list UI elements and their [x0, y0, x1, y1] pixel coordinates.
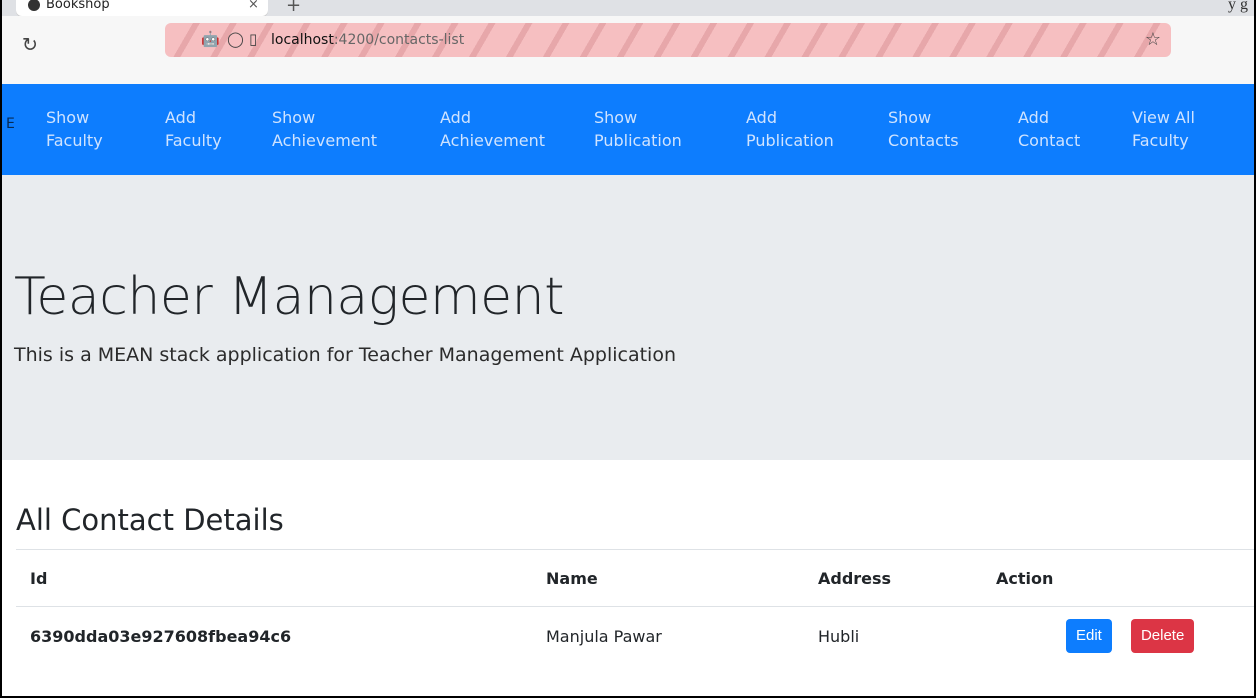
table-row: 6390dda03e927608fbea94c6 Manjula Pawar H…: [16, 607, 1254, 666]
nav-label-line1: Add: [440, 108, 471, 127]
browser-window: Bookshop × + y g ↻ 🤖 ◯ ▯ localhost:4200/…: [0, 0, 1256, 698]
nav-show-achievement[interactable]: Show Achievement: [272, 106, 377, 152]
nav-label-line1: Show: [888, 108, 932, 127]
nav-add-publication[interactable]: Add Publication: [746, 106, 834, 152]
delete-button[interactable]: Delete: [1130, 619, 1195, 653]
url-host: localhost: [271, 32, 334, 48]
page-title: Teacher Management: [14, 267, 564, 327]
navbar-brand-fragment[interactable]: E: [6, 116, 15, 132]
column-header-id: Id: [16, 549, 532, 607]
edit-button[interactable]: Edit: [1066, 619, 1112, 653]
nav-label-line2: Faculty: [1132, 131, 1189, 150]
nav-label-line2: Contact: [1018, 131, 1081, 150]
nav-label-line1: Add: [746, 108, 777, 127]
contacts-heading: All Contact Details: [16, 503, 284, 537]
nav-show-faculty[interactable]: Show Faculty: [46, 106, 103, 152]
angular-favicon-icon: [28, 0, 40, 11]
nav-label-line2: Achievement: [272, 131, 378, 150]
url-text[interactable]: localhost:4200/contacts-list: [271, 31, 464, 49]
table-header-row: Id Name Address Action: [16, 549, 1254, 607]
nav-label-line2: Publication: [594, 131, 682, 150]
nav-label-line1: Add: [1018, 108, 1049, 127]
nav-label-line1: Show: [272, 108, 316, 127]
column-header-name: Name: [532, 549, 804, 607]
nav-label-line1: Add: [165, 108, 196, 127]
nav-add-achievement[interactable]: Add Achievement: [440, 106, 545, 152]
browser-toolbar: ↻ 🤖 ◯ ▯ localhost:4200/contacts-list ☆: [2, 16, 1254, 84]
contact-address-cell: Hubli: [818, 626, 860, 646]
reload-icon[interactable]: ↻: [22, 36, 38, 55]
address-bar[interactable]: 🤖 ◯ ▯ localhost:4200/contacts-list ☆: [165, 23, 1171, 57]
nav-show-publication[interactable]: Show Publication: [594, 106, 682, 152]
robot-icon[interactable]: 🤖: [201, 31, 220, 47]
contacts-table: Id Name Address Action 6390dda03e927608f…: [16, 549, 1254, 665]
navbar: E Show Faculty Add Faculty Show Achievement…: [2, 84, 1254, 175]
jumbotron: Teacher Management This is a MEAN stack …: [2, 175, 1254, 460]
nav-label-line2: Faculty: [46, 131, 103, 150]
overlay-corner-text: y g: [1228, 0, 1248, 13]
column-header-address: Address: [804, 549, 982, 607]
tab-strip: Bookshop × + y g: [2, 0, 1254, 16]
tab-close-icon[interactable]: ×: [248, 0, 259, 12]
nav-add-contact[interactable]: Add Contact: [1018, 106, 1080, 152]
nav-label-line2: Publication: [746, 131, 834, 150]
contact-action-cell: Edit Delete: [982, 607, 1254, 666]
browser-tab[interactable]: Bookshop ×: [16, 0, 268, 16]
nav-label-line2: Contacts: [888, 131, 959, 150]
nav-label-line1: View All: [1132, 108, 1195, 127]
new-tab-icon[interactable]: +: [286, 0, 301, 15]
shield-icon[interactable]: ◯: [227, 31, 244, 47]
page-lead: This is a MEAN stack application for Tea…: [14, 344, 677, 366]
nav-label-line2: Achievement: [440, 131, 546, 150]
nav-label-line2: Faculty: [165, 131, 222, 150]
bookmark-star-icon[interactable]: ☆: [1145, 29, 1161, 50]
nav-show-contacts[interactable]: Show Contacts: [888, 106, 959, 152]
nav-view-all-faculty[interactable]: View All Faculty: [1132, 106, 1195, 152]
contact-name-cell: Manjula Pawar: [546, 626, 662, 646]
url-path: :4200/contacts-list: [333, 32, 465, 48]
tab-title: Bookshop: [46, 0, 110, 12]
nav-label-line1: Show: [46, 108, 90, 127]
page-icon[interactable]: ▯: [249, 31, 257, 47]
nav-add-faculty[interactable]: Add Faculty: [165, 106, 222, 152]
column-header-action: Action: [982, 549, 1254, 607]
contact-id-cell: 6390dda03e927608fbea94c6: [30, 626, 292, 646]
nav-label-line1: Show: [594, 108, 638, 127]
